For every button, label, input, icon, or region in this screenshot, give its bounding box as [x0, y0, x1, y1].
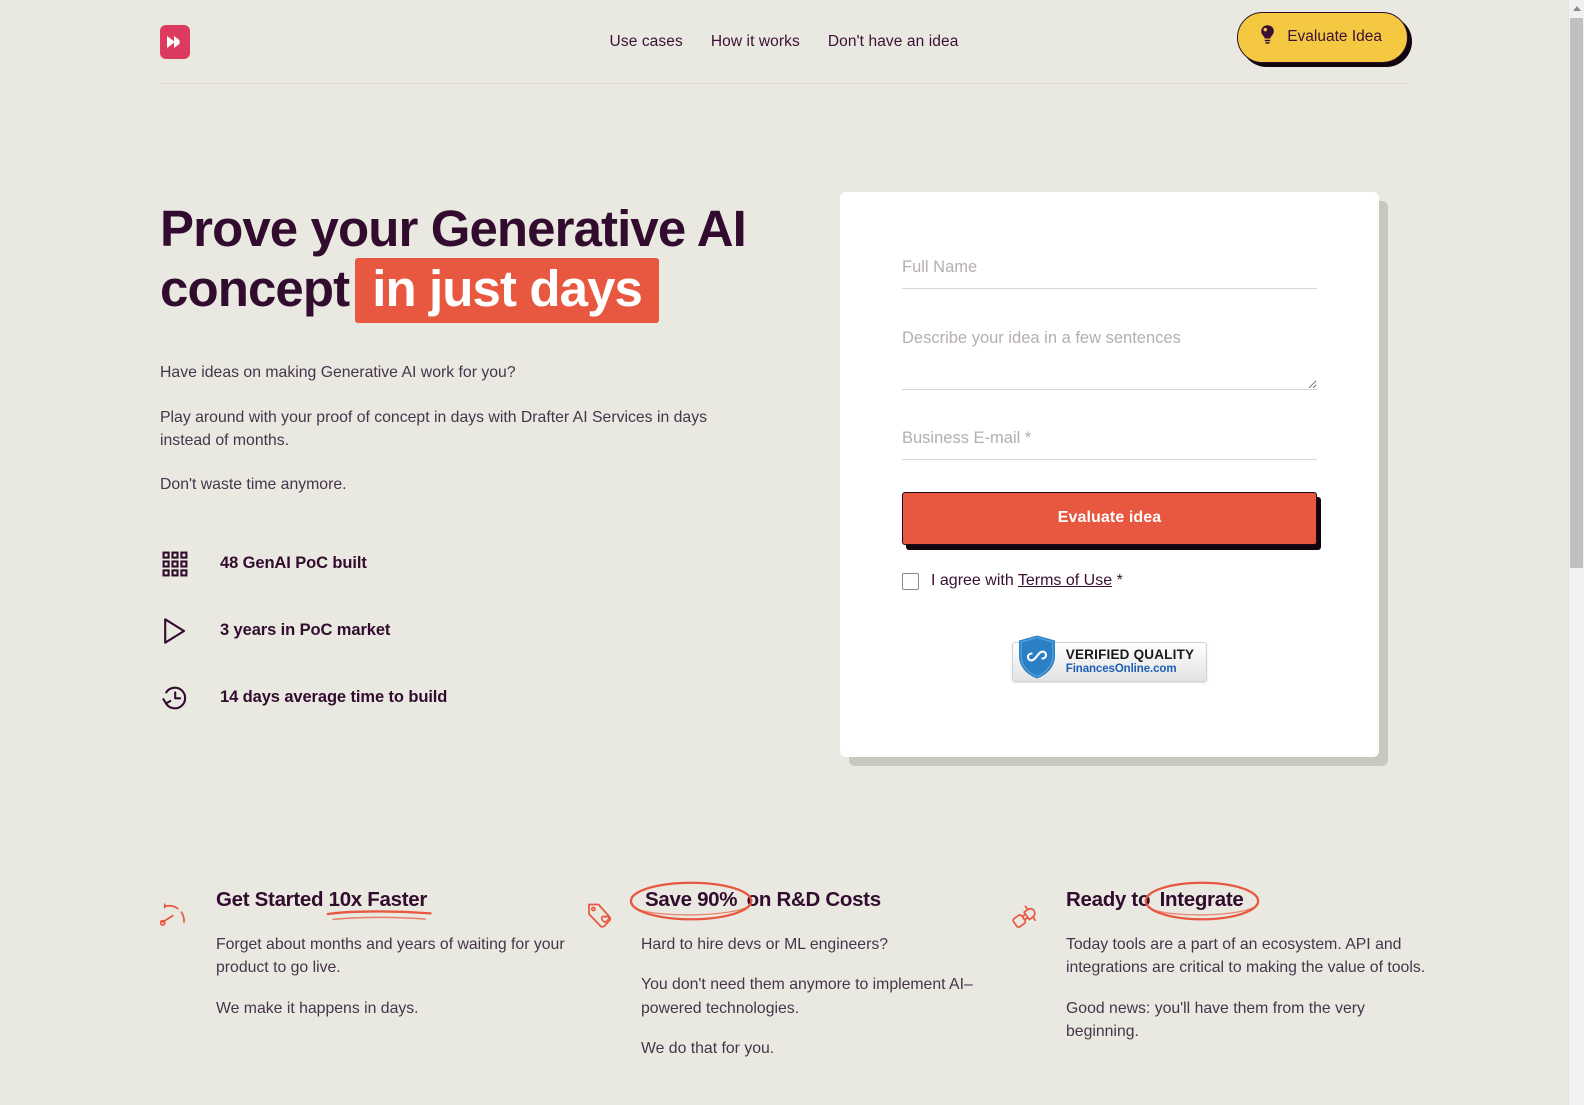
price-tag-heart-icon [585, 888, 619, 1061]
feature-title-mark: 10x Faster [326, 888, 432, 921]
lightbulb-icon [1259, 24, 1276, 50]
grid-icon [160, 549, 190, 579]
feature-title: Save 90% on R&D Costs [629, 881, 1010, 921]
stat-item: 3 years in PoC market [160, 616, 780, 646]
play-triangle-icon [160, 616, 190, 646]
stat-item: 14 days average time to build [160, 683, 780, 713]
feature-title-plain: on R&D Costs [741, 888, 882, 911]
idea-textarea[interactable] [902, 326, 1317, 390]
stat-label: 14 days average time to build [220, 688, 448, 707]
underline-scribble-icon [326, 910, 432, 921]
badge-title: VERIFIED QUALITY [1065, 647, 1195, 663]
feature-paragraph: Good news: you'll have them from the ver… [1066, 999, 1365, 1041]
hero-copy: Prove your Generative AI concept in just … [160, 192, 780, 757]
hero-section: Prove your Generative AI concept in just … [0, 84, 1568, 757]
stat-label: 48 GenAI PoC built [220, 554, 367, 573]
badge-subtitle: FinancesOnline.com [1065, 663, 1177, 676]
full-name-field-wrap [902, 256, 1317, 289]
hero-paragraph-3: Don't waste time anymore. [160, 476, 347, 494]
circle-scribble-icon [629, 881, 753, 921]
verified-quality-badge[interactable]: VERIFIED QUALITY FinancesOnline.com [1011, 635, 1208, 682]
feature-paragraph: Today tools are a part of an ecosystem. … [1066, 936, 1426, 977]
fast-forward-logo-icon [166, 35, 184, 49]
hero-title-highlight: in just days [355, 257, 660, 324]
terms-of-use-link[interactable]: Terms of Use [1018, 572, 1112, 589]
evaluate-idea-form: Evaluate idea I agree with Terms of Use … [840, 192, 1379, 757]
feature-title: Get Started 10x Faster [216, 888, 585, 921]
full-name-input[interactable] [902, 256, 1317, 289]
terms-suffix: * [1112, 572, 1123, 589]
page-scrollbar[interactable] [1568, 0, 1584, 1105]
nav-item-dont-have-an-idea[interactable]: Don't have an idea [828, 33, 959, 51]
hero-stats-list: 48 GenAI PoC built 3 years in PoC market [160, 549, 780, 713]
feature-card: Ready to Integrate Today tools are a par… [1010, 881, 1435, 1061]
hero-paragraph-2: Play around with your proof of concept i… [160, 408, 708, 449]
clock-history-icon [160, 683, 190, 713]
feature-card: Save 90% on R&D Costs Hard to hire devs … [585, 881, 1010, 1061]
business-email-input[interactable] [902, 427, 1317, 460]
trust-badge-wrap: VERIFIED QUALITY FinancesOnline.com [902, 635, 1317, 682]
feature-title-mark-text: 10x Faster [328, 888, 428, 911]
brand-logo[interactable] [160, 24, 190, 59]
feature-paragraph: You don't need them anymore to implement… [641, 976, 973, 1017]
header-evaluate-idea-button[interactable]: Evaluate Idea [1237, 12, 1408, 63]
shield-check-icon [1017, 634, 1057, 685]
hero-paragraph-1: Have ideas on making Generative AI work … [160, 364, 516, 382]
page-viewport: Use cases How it works Don't have an ide… [0, 0, 1568, 1105]
feature-paragraph: We make it happens in days. [216, 999, 419, 1017]
scrollbar-up-arrow-icon[interactable] [1569, 0, 1584, 17]
speedometer-icon [159, 888, 194, 1061]
features-section: Get Started 10x Faster Forget about mont… [0, 757, 1568, 1061]
nav-item-how-it-works[interactable]: How it works [711, 33, 800, 51]
feature-title-mark: Integrate [1144, 881, 1259, 921]
main-nav: Use cases How it works Don't have an ide… [610, 33, 959, 51]
email-field-wrap [902, 427, 1317, 460]
feature-paragraph: We do that for you. [641, 1040, 775, 1058]
submit-evaluate-idea-button[interactable]: Evaluate idea [902, 492, 1317, 545]
feature-title: Ready to Integrate [1066, 881, 1435, 921]
terms-prefix: I agree with [931, 572, 1018, 589]
circle-scribble-icon [1144, 881, 1259, 921]
page-title: Prove your Generative AI concept in just … [160, 200, 780, 324]
idea-field-wrap [902, 326, 1317, 390]
stat-item: 48 GenAI PoC built [160, 549, 780, 579]
feature-card: Get Started 10x Faster Forget about mont… [159, 888, 585, 1061]
feature-paragraph: Hard to hire devs or ML engineers? [641, 936, 889, 953]
terms-checkbox[interactable] [902, 572, 919, 590]
header-cta-label: Evaluate Idea [1287, 28, 1382, 45]
terms-agreement-row: I agree with Terms of Use * [902, 572, 1317, 590]
scrollbar-thumb[interactable] [1570, 18, 1583, 568]
stat-label: 3 years in PoC market [220, 621, 391, 640]
feature-title-plain: Get Started [216, 888, 329, 911]
nav-item-use-cases[interactable]: Use cases [610, 33, 683, 51]
hero-form-column: Evaluate idea I agree with Terms of Use … [840, 192, 1408, 757]
feature-paragraph: Forget about months and years of waiting… [216, 936, 565, 977]
feature-title-mark: Save 90% [629, 881, 753, 921]
terms-agreement-label: I agree with Terms of Use * [931, 572, 1123, 590]
site-header: Use cases How it works Don't have an ide… [0, 0, 1568, 84]
plug-connector-icon [1010, 888, 1044, 1061]
